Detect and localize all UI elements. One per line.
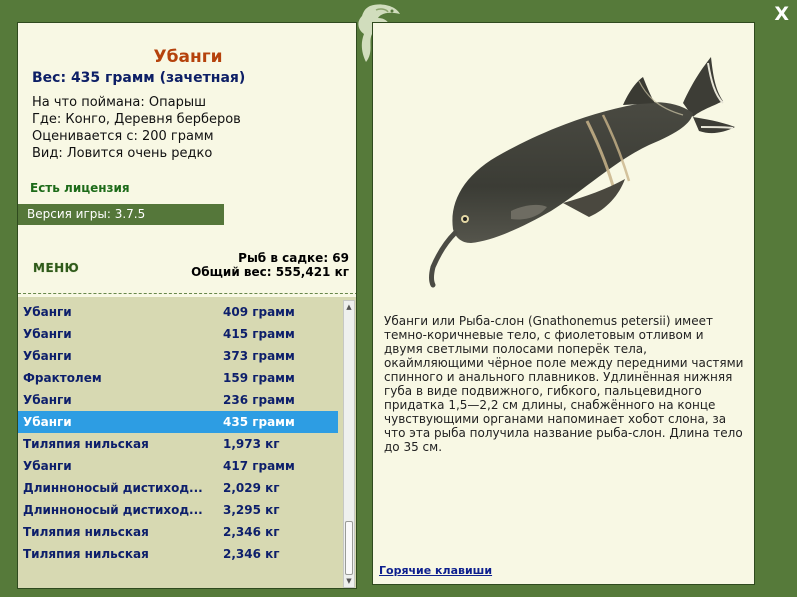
catch-row[interactable]: Убанги 435 грамм [18, 411, 338, 433]
catch-name: Тиляпия нильская [23, 525, 149, 539]
fish-description: Убанги или Рыба-слон (Gnathonemus peters… [384, 314, 744, 454]
fish-place: Где: Конго, Деревня берберов [32, 112, 241, 127]
catch-name: Тиляпия нильская [23, 437, 149, 451]
total-weight: Общий вес: 555,421 кг [191, 265, 349, 279]
catch-row[interactable]: Фрактолем 159 грамм [18, 367, 338, 389]
catch-stats: Рыб в садке: 69 Общий вес: 555,421 кг [191, 251, 349, 279]
menu-button[interactable]: МЕНЮ [33, 261, 79, 275]
catch-name: Фрактолем [23, 371, 102, 385]
catch-row[interactable]: Убанги 236 грамм [18, 389, 338, 411]
catch-row[interactable]: Длинноносый дистиход... 3,295 кг [18, 499, 338, 521]
catch-row[interactable]: Длинноносый дистиход... 2,029 кг [18, 477, 338, 499]
catch-name: Тиляпия нильская [23, 547, 149, 561]
elephant-fish-image [429, 57, 735, 288]
catch-weight: 417 грамм [223, 459, 295, 473]
catch-weight: 409 грамм [223, 305, 295, 319]
scroll-down-arrow-icon[interactable]: ▼ [344, 575, 354, 587]
catch-name: Убанги [23, 305, 72, 319]
catch-weight: 2,346 кг [223, 547, 280, 561]
catch-name: Длинноносый дистиход... [23, 503, 203, 517]
fish-count: Рыб в садке: 69 [238, 251, 349, 265]
catch-list: Убанги 409 грамм Убанги 415 грамм Убанги 373 … [18, 301, 338, 565]
catch-weight: 2,346 кг [223, 525, 280, 539]
window-frame: X Убанги Вес: 435 грамм (зачетная) На чт… [0, 0, 797, 597]
hotkeys-link[interactable]: Горячие клавиши [379, 564, 492, 577]
catch-row[interactable]: Убанги 409 грамм [18, 301, 338, 323]
catch-weight: 236 грамм [223, 393, 295, 407]
catch-row[interactable]: Убанги 417 грамм [18, 455, 338, 477]
catch-weight: 2,029 кг [223, 481, 280, 495]
catch-weight: 373 грамм [223, 349, 295, 363]
catch-weight: 415 грамм [223, 327, 295, 341]
catch-weight: 3,295 кг [223, 503, 280, 517]
list-scrollbar[interactable]: ▲ ▼ [343, 300, 355, 588]
fish-value: Оценивается с: 200 грамм [32, 129, 214, 144]
divider [18, 293, 356, 294]
close-icon[interactable]: X [774, 2, 789, 26]
catch-name: Убанги [23, 459, 72, 473]
catch-weight: 435 грамм [223, 415, 295, 429]
fish-bait: На что поймана: Опарыш [32, 95, 206, 110]
scroll-up-arrow-icon[interactable]: ▲ [344, 301, 354, 313]
fish-title: Убанги [153, 47, 223, 67]
catch-weight: 159 грамм [223, 371, 295, 385]
catch-row[interactable]: Тиляпия нильская 2,346 кг [18, 521, 338, 543]
license-status: Есть лицензия [30, 181, 130, 195]
catch-name: Длинноносый дистиход... [23, 481, 203, 495]
fish-weight: Вес: 435 грамм (зачетная) [32, 70, 246, 86]
fish-info-panel: Убанги Вес: 435 грамм (зачетная) На что … [17, 22, 357, 589]
catch-row[interactable]: Тиляпия нильская 1,973 кг [18, 433, 338, 455]
catch-row[interactable]: Тиляпия нильская 2,346 кг [18, 543, 338, 565]
catch-name: Убанги [23, 327, 72, 341]
catch-weight: 1,973 кг [223, 437, 280, 451]
catch-name: Убанги [23, 415, 72, 429]
fish-details: На что поймана: Опарыш Где: Конго, Дерев… [32, 94, 241, 162]
game-version: Версия игры: 3.7.5 [18, 204, 224, 225]
catch-row[interactable]: Убанги 373 грамм [18, 345, 338, 367]
catch-row[interactable]: Убанги 415 грамм [18, 323, 338, 345]
catch-name: Убанги [23, 349, 72, 363]
scroll-thumb[interactable] [345, 521, 353, 575]
fish-kind: Вид: Ловится очень редко [32, 146, 213, 161]
fish-description-panel: Убанги или Рыба-слон (Gnathonemus peters… [372, 22, 755, 585]
catch-name: Убанги [23, 393, 72, 407]
catch-list-area: Убанги 409 грамм Убанги 415 грамм Убанги 373 … [18, 297, 356, 588]
